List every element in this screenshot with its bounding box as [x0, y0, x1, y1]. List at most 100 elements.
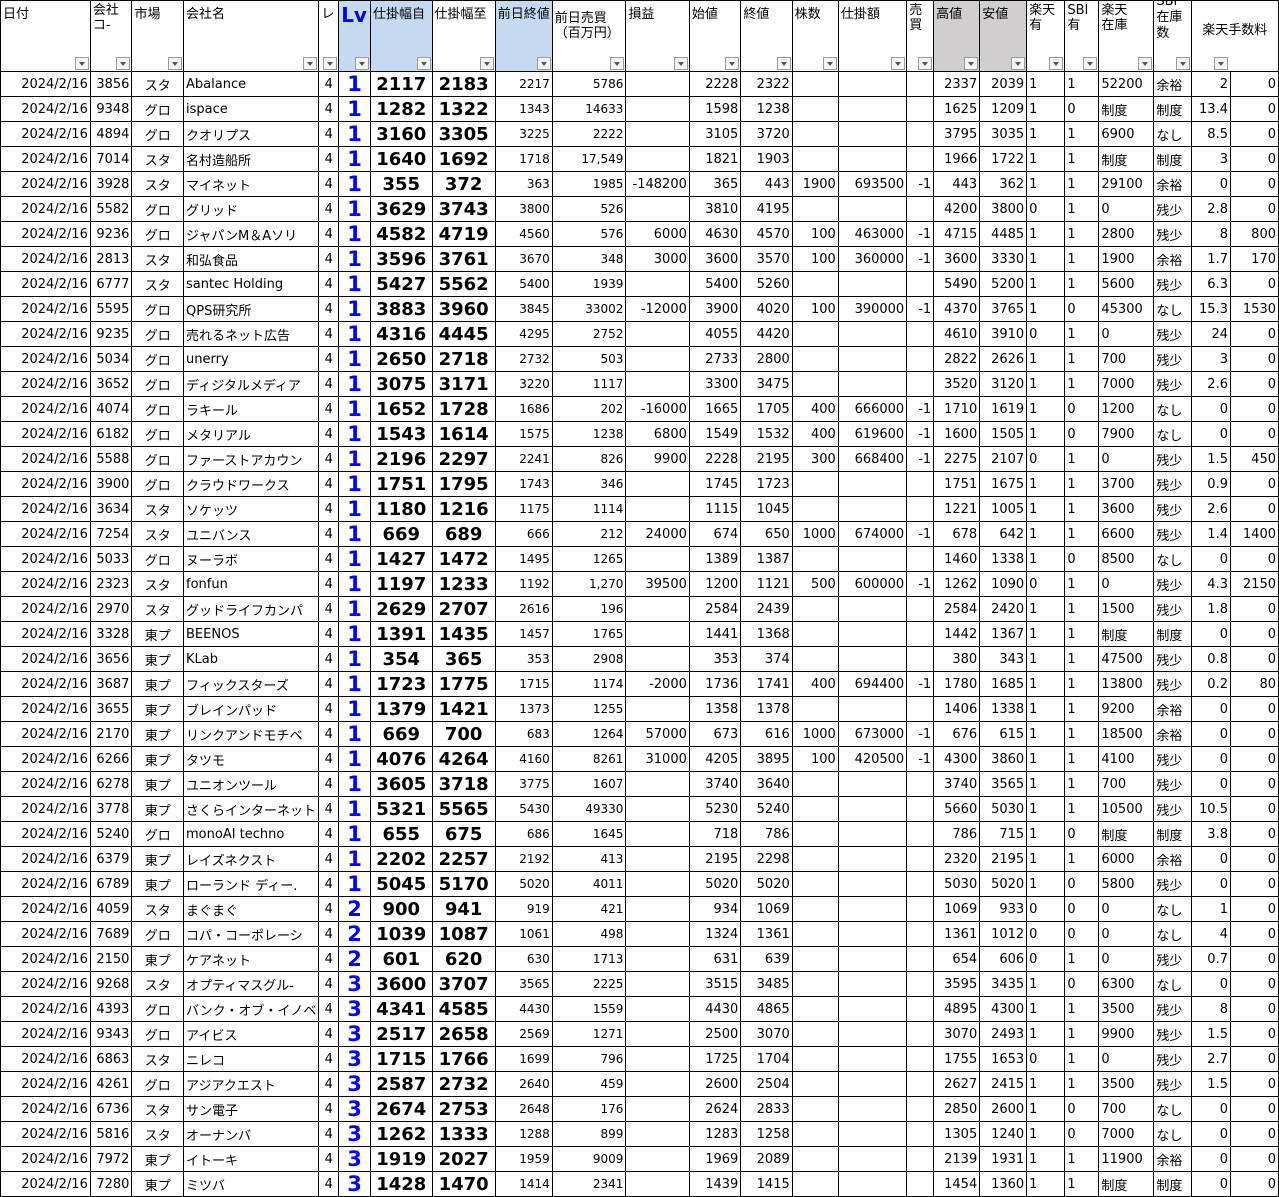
- open-cell[interactable]: 674: [688, 521, 742, 547]
- amount-cell[interactable]: [837, 1171, 908, 1197]
- shares-cell[interactable]: [791, 271, 839, 297]
- low-cell[interactable]: 1722: [979, 146, 1028, 172]
- low-cell[interactable]: 1012: [979, 921, 1028, 947]
- lv-cell[interactable]: 2: [338, 946, 372, 972]
- prev-close-cell[interactable]: 3800: [494, 196, 553, 222]
- sbi-stock-cell[interactable]: 残少: [1153, 796, 1192, 822]
- code-cell[interactable]: 2970: [89, 596, 133, 622]
- company-name-cell[interactable]: ヌーラボ: [183, 546, 320, 572]
- leverage-cell[interactable]: 4: [318, 121, 340, 147]
- rakuten-avail-cell[interactable]: 0: [1026, 571, 1066, 597]
- sbi-stock-cell[interactable]: なし: [1153, 421, 1192, 447]
- leverage-cell[interactable]: 4: [318, 1046, 340, 1072]
- range-from-cell[interactable]: 1715: [370, 1046, 433, 1072]
- close-cell[interactable]: 1378: [740, 696, 793, 722]
- fee-rate-cell[interactable]: 0: [1190, 1096, 1231, 1122]
- rakuten-stock-cell[interactable]: 13800: [1098, 671, 1155, 697]
- prev-volume-cell[interactable]: 796: [551, 1046, 627, 1072]
- prev-volume-cell[interactable]: 196: [551, 596, 627, 622]
- lv-cell[interactable]: 1: [338, 746, 372, 772]
- rakuten-avail-cell[interactable]: 1: [1026, 746, 1066, 772]
- sbi-avail-cell[interactable]: 1: [1064, 321, 1100, 347]
- side-cell[interactable]: [906, 371, 935, 397]
- shares-cell[interactable]: [791, 696, 839, 722]
- prev-volume-cell[interactable]: 33002: [551, 296, 627, 322]
- rakuten-stock-cell[interactable]: 6300: [1098, 971, 1155, 997]
- fee-rate-cell[interactable]: 1.4: [1190, 521, 1231, 547]
- lv-cell[interactable]: 1: [338, 471, 372, 497]
- fee-rate-cell[interactable]: 8.5: [1190, 121, 1231, 147]
- range-from-cell[interactable]: 2117: [370, 71, 433, 97]
- lv-cell[interactable]: 1: [338, 871, 372, 897]
- pnl-cell[interactable]: [625, 1171, 690, 1197]
- fee-amount-cell[interactable]: 0: [1229, 396, 1279, 422]
- close-cell[interactable]: 1069: [740, 896, 793, 922]
- rakuten-stock-cell[interactable]: 7000: [1098, 371, 1155, 397]
- rakuten-stock-cell[interactable]: 45300: [1098, 296, 1155, 322]
- close-cell[interactable]: 639: [740, 946, 793, 972]
- pnl-cell[interactable]: 6800: [625, 421, 690, 447]
- range-to-cell[interactable]: 941: [431, 896, 496, 922]
- market-cell[interactable]: グロ: [131, 1021, 185, 1047]
- close-cell[interactable]: 2504: [740, 1071, 793, 1097]
- fee-rate-cell[interactable]: 0: [1190, 846, 1231, 872]
- amount-cell[interactable]: [837, 96, 908, 122]
- prev-volume-cell[interactable]: 49330: [551, 796, 627, 822]
- leverage-cell[interactable]: 4: [318, 771, 340, 797]
- sbi-avail-cell[interactable]: 1: [1064, 671, 1100, 697]
- market-cell[interactable]: グロ: [131, 221, 185, 247]
- fee-amount-cell[interactable]: 0: [1229, 371, 1279, 397]
- header-code[interactable]: 会社 コ-: [89, 0, 133, 72]
- side-cell[interactable]: [906, 546, 935, 572]
- lv-cell[interactable]: 3: [338, 1096, 372, 1122]
- date-cell[interactable]: 2024/2/16: [0, 1171, 91, 1197]
- leverage-cell[interactable]: 4: [318, 996, 340, 1022]
- date-cell[interactable]: 2024/2/16: [0, 171, 91, 197]
- filter-dropdown-icon[interactable]: [168, 57, 183, 70]
- side-cell[interactable]: [906, 1021, 935, 1047]
- prev-volume-cell[interactable]: 1264: [551, 721, 627, 747]
- header-amount[interactable]: 仕掛額: [837, 0, 908, 72]
- rakuten-avail-cell[interactable]: 1: [1026, 221, 1066, 247]
- rakuten-stock-cell[interactable]: 9900: [1098, 1021, 1155, 1047]
- leverage-cell[interactable]: 4: [318, 596, 340, 622]
- filter-dropdown-icon[interactable]: [355, 57, 370, 70]
- sbi-avail-cell[interactable]: 0: [1064, 971, 1100, 997]
- high-cell[interactable]: 1454: [933, 1171, 981, 1197]
- header-rakuten-stock[interactable]: 楽天 在庫: [1098, 0, 1155, 72]
- low-cell[interactable]: 1931: [979, 1146, 1028, 1172]
- code-cell[interactable]: 4261: [89, 1071, 133, 1097]
- sbi-avail-cell[interactable]: 1: [1064, 221, 1100, 247]
- prev-close-cell[interactable]: 1699: [494, 1046, 553, 1072]
- prev-volume-cell[interactable]: 348: [551, 246, 627, 272]
- prev-volume-cell[interactable]: 14633: [551, 96, 627, 122]
- code-cell[interactable]: 3655: [89, 696, 133, 722]
- rakuten-avail-cell[interactable]: 0: [1026, 321, 1066, 347]
- lv-cell[interactable]: 2: [338, 896, 372, 922]
- pnl-cell[interactable]: [625, 371, 690, 397]
- range-to-cell[interactable]: 1472: [431, 546, 496, 572]
- prev-volume-cell[interactable]: 212: [551, 521, 627, 547]
- market-cell[interactable]: スタ: [131, 146, 185, 172]
- shares-cell[interactable]: [791, 846, 839, 872]
- lv-cell[interactable]: 1: [338, 846, 372, 872]
- range-from-cell[interactable]: 900: [370, 896, 433, 922]
- rakuten-avail-cell[interactable]: 1: [1026, 646, 1066, 672]
- range-to-cell[interactable]: 5565: [431, 796, 496, 822]
- sbi-stock-cell[interactable]: 余裕: [1153, 696, 1192, 722]
- amount-cell[interactable]: [837, 146, 908, 172]
- company-name-cell[interactable]: レイズネクスト: [183, 846, 320, 872]
- fee-rate-cell[interactable]: 0: [1190, 696, 1231, 722]
- open-cell[interactable]: 2228: [688, 446, 742, 472]
- range-from-cell[interactable]: 1723: [370, 671, 433, 697]
- prev-close-cell[interactable]: 1061: [494, 921, 553, 947]
- pnl-cell[interactable]: [625, 696, 690, 722]
- range-from-cell[interactable]: 5427: [370, 271, 433, 297]
- range-from-cell[interactable]: 1039: [370, 921, 433, 947]
- prev-close-cell[interactable]: 5400: [494, 271, 553, 297]
- low-cell[interactable]: 5200: [979, 271, 1028, 297]
- header-fee[interactable]: 楽天手数料: [1190, 0, 1279, 72]
- date-cell[interactable]: 2024/2/16: [0, 221, 91, 247]
- prev-close-cell[interactable]: 2217: [494, 71, 553, 97]
- leverage-cell[interactable]: 4: [318, 246, 340, 272]
